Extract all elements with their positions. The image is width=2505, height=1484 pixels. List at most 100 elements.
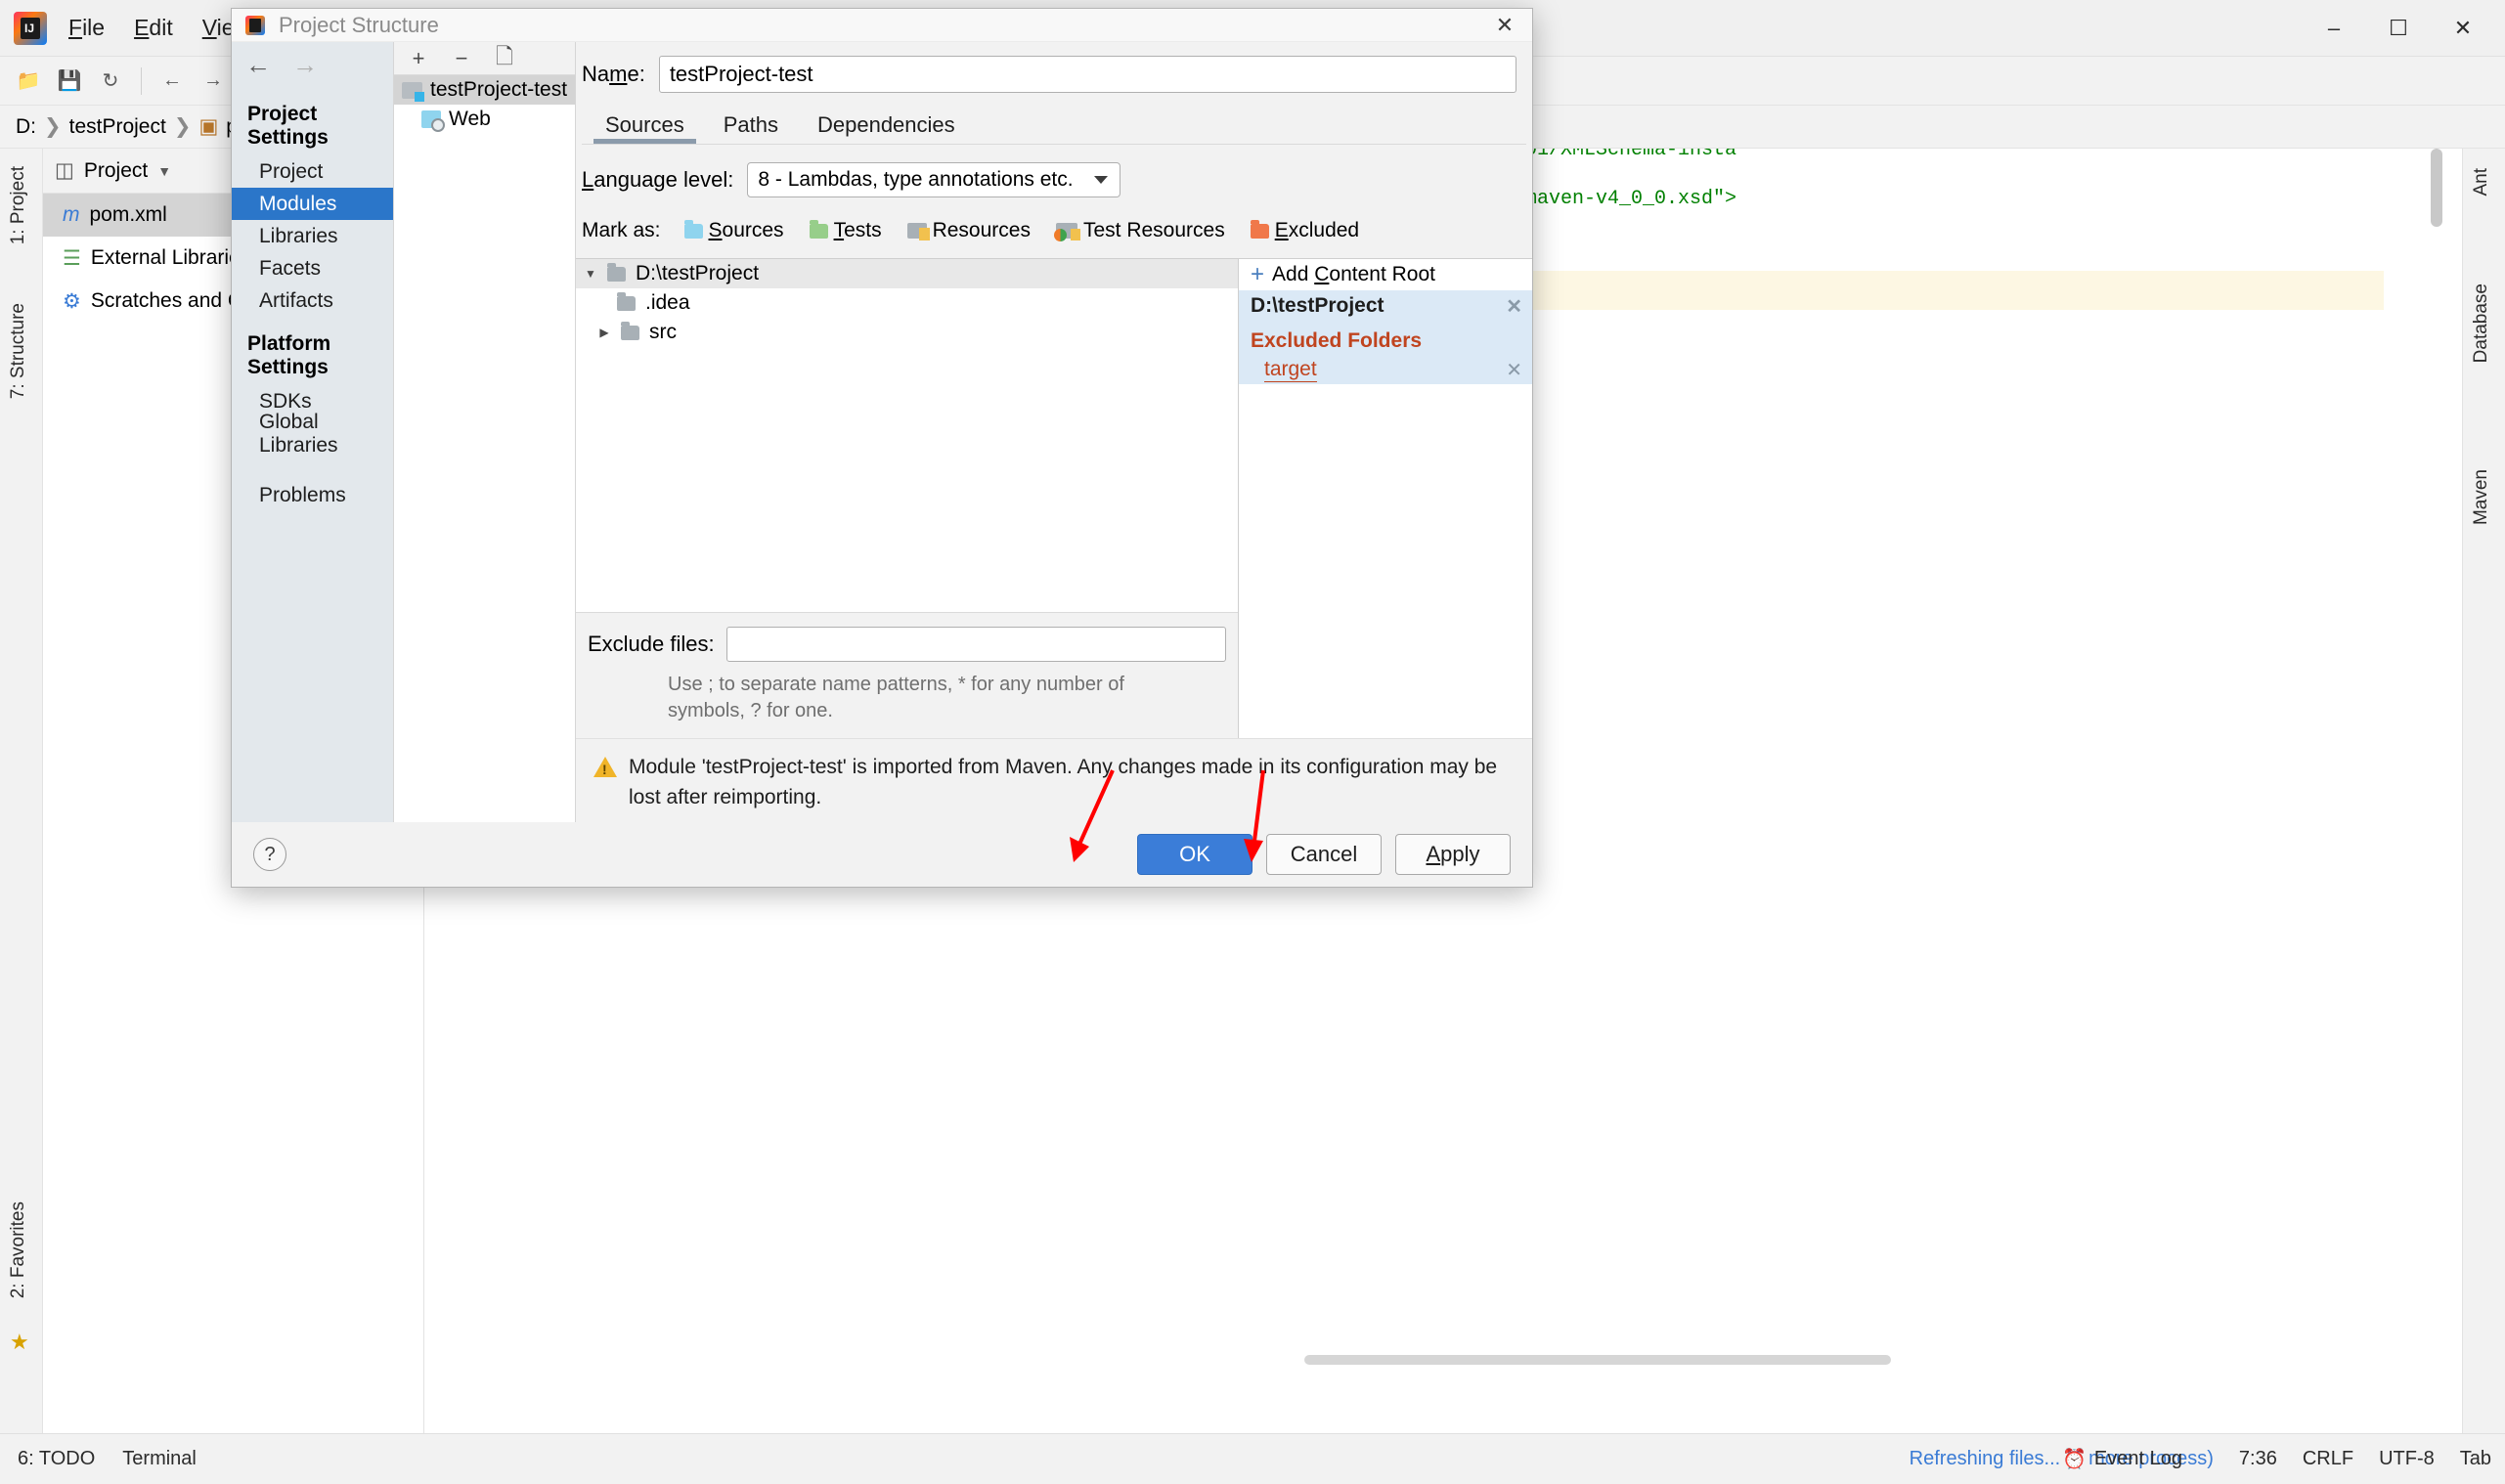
mark-as-tests-button[interactable]: Tests: [809, 219, 882, 242]
close-icon[interactable]: ✕: [2431, 0, 2495, 57]
sidebar-item-facets[interactable]: Facets: [232, 252, 393, 284]
content-tree-row-idea[interactable]: .idea: [576, 288, 1238, 318]
excluded-folder-item[interactable]: target ✕: [1239, 355, 1532, 384]
exclude-files-label: Exclude files:: [588, 632, 715, 657]
project-pane-icon: ◫: [55, 159, 74, 182]
refresh-icon[interactable]: ↻: [94, 65, 127, 98]
sidebar-item-modules[interactable]: Modules: [232, 188, 393, 220]
maximize-icon[interactable]: ☐: [2366, 0, 2431, 57]
content-tree-row-src[interactable]: src: [576, 318, 1238, 347]
content-root-entry[interactable]: D:\testProject ✕: [1239, 290, 1532, 322]
module-name-row: Name: testProject-test: [576, 42, 1532, 103]
breadcrumb-drive[interactable]: D:: [16, 115, 36, 139]
excluded-folder-name: target: [1264, 357, 1317, 382]
chevron-down-icon: [1094, 176, 1109, 184]
right-tool-strip: Ant Database Maven: [2462, 149, 2505, 1433]
close-icon[interactable]: ✕: [1485, 11, 1524, 40]
tab-dependencies[interactable]: Dependencies: [798, 107, 975, 144]
folder-test-resources-icon: [1053, 223, 1080, 241]
language-level-value: 8 - Lambdas, type annotations etc.: [758, 168, 1074, 191]
status-tab[interactable]: Tab: [2460, 1448, 2491, 1470]
help-button[interactable]: ?: [253, 838, 286, 871]
minimize-icon[interactable]: –: [2302, 0, 2366, 57]
forward-arrow-icon[interactable]: →: [292, 50, 318, 80]
content-tree-label: .idea: [645, 291, 690, 314]
chevron-down-icon[interactable]: ▼: [157, 163, 171, 179]
sidebar-item-libraries[interactable]: Libraries: [232, 220, 393, 252]
sidebar-item-global-libraries[interactable]: Global Libraries: [232, 411, 393, 457]
left-tool-strip: 1: Project 7: Structure 2: Favorites ★: [0, 149, 43, 1433]
module-tabs: Sources Paths Dependencies: [576, 103, 1532, 144]
mark-as-test-resources-button[interactable]: Test Resources: [1053, 219, 1225, 242]
arrow-left-icon[interactable]: ←: [155, 65, 189, 98]
mark-as-excluded-button[interactable]: Excluded: [1250, 219, 1359, 242]
ok-button[interactable]: OK: [1137, 834, 1252, 875]
content-tree-row-root[interactable]: D:\testProject: [576, 259, 1238, 288]
tool-window-project[interactable]: 1: Project: [4, 158, 33, 252]
folder-open-icon[interactable]: 📁: [12, 65, 45, 98]
menu-edit[interactable]: Edit: [134, 15, 173, 41]
content-root-tree[interactable]: D:\testProject .idea src: [576, 259, 1238, 612]
sidebar-item-artifacts[interactable]: Artifacts: [232, 284, 393, 317]
project-tree-label: pom.xml: [89, 203, 167, 226]
tab-paths[interactable]: Paths: [704, 107, 798, 144]
remove-module-button[interactable]: −: [451, 46, 472, 71]
save-icon[interactable]: 💾: [53, 65, 86, 98]
module-list-pane: + − 🗋 testProject-test Web: [393, 42, 576, 822]
apply-button[interactable]: Apply: [1395, 834, 1511, 875]
tab-sources[interactable]: Sources: [586, 107, 704, 144]
add-content-root-button[interactable]: + Add Content Root: [1239, 259, 1532, 290]
tool-window-ant[interactable]: Ant: [2467, 160, 2496, 204]
warning-icon: [593, 757, 617, 778]
project-tree-label: External Libraries: [90, 246, 251, 269]
module-toolbar: + − 🗋: [394, 42, 575, 75]
sidebar-item-project[interactable]: Project: [232, 155, 393, 188]
add-module-button[interactable]: +: [408, 46, 429, 71]
twisty-closed-icon[interactable]: [597, 326, 611, 339]
tool-window-favorites[interactable]: 2: Favorites: [4, 1194, 33, 1306]
language-level-label: Language level:: [582, 167, 734, 192]
editor-horizontal-scrollbar[interactable]: [1304, 1355, 1891, 1365]
cancel-button[interactable]: Cancel: [1266, 834, 1382, 875]
mark-as-row: Mark as: Sources Tests Resources Test Re…: [576, 197, 1532, 258]
module-settings-pane: Name: testProject-test Sources Paths Dep…: [576, 42, 1532, 822]
content-root-tree-pane: D:\testProject .idea src: [576, 259, 1239, 739]
editor-scrollbar[interactable]: [2431, 149, 2442, 227]
status-event-log[interactable]: Event Log: [2094, 1448, 2182, 1470]
module-name-input[interactable]: testProject-test: [658, 56, 1516, 93]
mark-as-sources-button[interactable]: Sources: [683, 219, 784, 242]
language-level-select[interactable]: 8 - Lambdas, type annotations etc.: [747, 162, 1121, 197]
tool-window-database[interactable]: Database: [2467, 276, 2496, 371]
module-item-web[interactable]: Web: [394, 105, 575, 134]
remove-content-root-icon[interactable]: ✕: [1506, 294, 1522, 319]
remove-excluded-folder-icon[interactable]: ✕: [1506, 358, 1522, 382]
content-roots-split: D:\testProject .idea src: [576, 258, 1532, 739]
status-encoding[interactable]: UTF-8: [2379, 1448, 2435, 1470]
back-arrow-icon[interactable]: ←: [245, 50, 271, 80]
arrow-right-icon[interactable]: →: [197, 65, 230, 98]
folder-icon: [607, 262, 626, 282]
status-bar: 6: TODO Terminal Refreshing files... (1 …: [0, 1433, 2505, 1484]
exclude-files-section: Exclude files: Use ; to separate name pa…: [576, 612, 1238, 739]
status-terminal[interactable]: Terminal: [122, 1448, 197, 1470]
content-tree-label: D:\testProject: [636, 262, 760, 284]
module-item-testproject-test[interactable]: testProject-test: [394, 75, 575, 105]
status-todo[interactable]: 6: TODO: [18, 1448, 95, 1470]
language-level-row: Language level: 8 - Lambdas, type annota…: [576, 145, 1532, 197]
libraries-icon: ☰: [63, 246, 81, 270]
twisty-open-icon[interactable]: [584, 267, 597, 281]
folder-sources-icon: [683, 219, 703, 239]
breadcrumb-project[interactable]: testProject: [69, 115, 166, 139]
folder-icon: [617, 291, 636, 311]
copy-icon[interactable]: 🗋: [494, 40, 515, 77]
menu-file[interactable]: FFileile: [68, 15, 105, 41]
status-line-separator[interactable]: CRLF: [2303, 1448, 2353, 1470]
exclude-files-input[interactable]: [725, 627, 1226, 663]
tool-window-structure[interactable]: 7: Structure: [4, 295, 33, 407]
mark-as-resources-button[interactable]: Resources: [906, 219, 1031, 242]
sidebar-item-problems[interactable]: Problems: [232, 479, 393, 511]
exclude-files-hint: Use ; to separate name patterns, * for a…: [668, 674, 1124, 722]
breadcrumb-separator-1: ❯: [44, 115, 62, 138]
tool-window-maven[interactable]: Maven: [2467, 461, 2496, 533]
content-root-details-pane: + Add Content Root D:\testProject ✕ Excl…: [1239, 259, 1532, 739]
